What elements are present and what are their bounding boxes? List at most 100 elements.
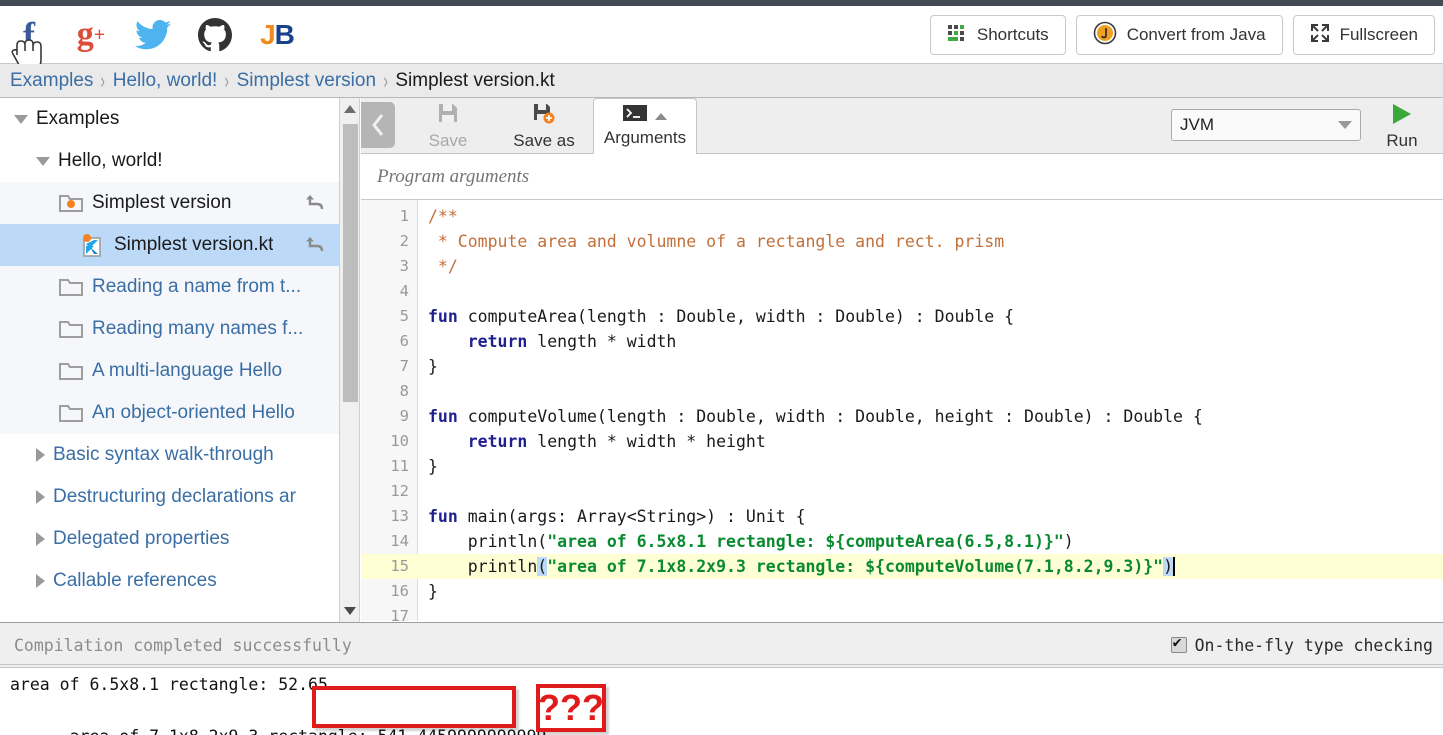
- code-line-9[interactable]: 9 fun computeVolume(length : Double, widt…: [361, 404, 1443, 429]
- line-number: 8: [399, 382, 409, 400]
- expand-icon: [1310, 23, 1330, 48]
- convert-from-java-button[interactable]: Convert from Java: [1075, 15, 1283, 55]
- breadcrumb-item-2[interactable]: Simplest version: [237, 70, 376, 92]
- tree-item-label: Reading a name from t...: [92, 276, 302, 297]
- tree-item-8[interactable]: Basic syntax walk-through: [0, 434, 339, 476]
- tree-item-3[interactable]: Simplest version.kt: [0, 224, 339, 266]
- collapse-sidebar-button[interactable]: [361, 102, 395, 148]
- tree-item-2[interactable]: Simplest version: [0, 182, 339, 224]
- scroll-down-arrow[interactable]: [340, 600, 360, 622]
- code-line-8[interactable]: 8: [361, 379, 1443, 404]
- expanded-arrow-icon[interactable]: [36, 156, 50, 166]
- examples-tree[interactable]: Examples Hello, world! Simplest version Sim…: [0, 98, 340, 622]
- keyboard-icon: [947, 24, 967, 47]
- target-platform-select[interactable]: JVM: [1171, 109, 1361, 141]
- code-line-4[interactable]: 4: [361, 279, 1443, 304]
- save-as-button[interactable]: Save as: [495, 100, 593, 152]
- on-the-fly-type-checking-toggle[interactable]: On-the-fly type checking: [1170, 634, 1433, 655]
- tree-item-1[interactable]: Hello, world!: [0, 140, 339, 182]
- code-line-2[interactable]: 2 * Compute area and volumne of a rectan…: [361, 229, 1443, 254]
- code-token: main(args: Array<String>) : Unit {: [457, 507, 806, 526]
- google-plus-icon[interactable]: g +: [72, 16, 110, 54]
- breadcrumb-separator: ›: [383, 67, 388, 93]
- code-line-15[interactable]: 15 println("area of 7.1x8.2x9.3 rectangl…: [361, 554, 1443, 579]
- output-line-1: area of 6.5x8.1 rectangle: 52.65: [10, 675, 328, 694]
- code-line-6[interactable]: 6 return length * width: [361, 329, 1443, 354]
- tab-arguments[interactable]: Arguments: [593, 98, 697, 154]
- breadcrumb-item-3: Simplest version.kt: [395, 69, 555, 91]
- code-line-13[interactable]: 13 fun main(args: Array<String>) : Unit {: [361, 504, 1443, 529]
- expanded-arrow-icon[interactable]: [14, 114, 28, 124]
- collapsed-arrow-icon[interactable]: [36, 532, 45, 546]
- facebook-icon[interactable]: f: [10, 16, 48, 54]
- tree-item-label: Simplest version.kt: [114, 234, 274, 255]
- fullscreen-button[interactable]: Fullscreen: [1292, 15, 1435, 55]
- annotation-box-value: [312, 686, 516, 728]
- sidebar-scrollbar[interactable]: [340, 98, 360, 622]
- kotlin-file-modified-icon: [80, 234, 106, 257]
- tree-item-0[interactable]: Examples: [0, 98, 339, 140]
- tree-item-6[interactable]: A multi-language Hello: [0, 350, 339, 392]
- folder-icon: [58, 402, 84, 424]
- code-editor[interactable]: 1 /** 2 * Compute area and volumne of a re…: [361, 200, 1443, 621]
- tree-item-7[interactable]: An object-oriented Hello: [0, 392, 339, 434]
- code-token: * Compute area and volumne of a rectangl…: [428, 232, 1005, 251]
- shortcuts-button[interactable]: Shortcuts: [929, 15, 1066, 55]
- code-token: /**: [428, 207, 458, 226]
- github-icon[interactable]: [196, 16, 234, 54]
- line-number: 13: [390, 507, 409, 525]
- code-token: length * width * height: [527, 432, 766, 451]
- code-token: return: [467, 432, 528, 451]
- tree-item-5[interactable]: Reading many names f...: [0, 308, 339, 350]
- code-line-5[interactable]: 5 fun computeArea(length : Double, width …: [361, 304, 1443, 329]
- code-line-17[interactable]: 17: [361, 604, 1443, 621]
- tree-item-label: Basic syntax walk-through: [53, 444, 274, 465]
- tree-item-9[interactable]: Destructuring declarations ar: [0, 476, 339, 518]
- scrollbar-thumb[interactable]: [343, 124, 358, 402]
- tree-item-4[interactable]: Reading a name from t...: [0, 266, 339, 308]
- save-as-icon: [532, 102, 556, 129]
- breadcrumb-separator: ›: [100, 67, 106, 93]
- code-line-text: fun computeArea(length : Double, width :…: [428, 304, 1014, 329]
- save-button[interactable]: Save: [399, 100, 497, 152]
- code-line-14[interactable]: 14 println("area of 6.5x8.1 rectangle: $…: [361, 529, 1443, 554]
- code-line-3[interactable]: 3 */: [361, 254, 1443, 279]
- output-line-2: area of 7.1x8.2x9.3 rectangle: 541.44599…: [10, 698, 1443, 735]
- code-line-16[interactable]: 16}: [361, 579, 1443, 604]
- breadcrumb-item-1[interactable]: Hello, world!: [113, 70, 218, 92]
- code-token: println(: [428, 532, 548, 551]
- tree-item-label: An object-oriented Hello: [92, 402, 295, 423]
- save-button-label: Save: [428, 130, 468, 150]
- scroll-up-arrow[interactable]: [340, 98, 360, 120]
- twitter-icon[interactable]: [134, 16, 172, 54]
- revert-icon[interactable]: [305, 235, 325, 255]
- line-number: 5: [399, 307, 409, 325]
- tree-item-label: Callable references: [53, 570, 217, 591]
- code-line-text: /**: [428, 204, 458, 229]
- tree-item-11[interactable]: Callable references: [0, 560, 339, 602]
- collapsed-arrow-icon[interactable]: [36, 574, 45, 588]
- editor-pane: Save Save as Arguments JVM Run Program a…: [361, 98, 1443, 622]
- breadcrumb-item-0[interactable]: Examples: [10, 70, 93, 92]
- tree-item-10[interactable]: Delegated properties: [0, 518, 339, 560]
- tree-item-label: Simplest version: [92, 192, 232, 213]
- output-line-2-value: 541.4459999999999: [378, 727, 547, 735]
- on-the-fly-checkbox[interactable]: [1170, 634, 1187, 653]
- tree-item-label: Examples: [36, 108, 120, 129]
- code-line-1[interactable]: 1 /**: [361, 204, 1443, 229]
- jetbrains-icon[interactable]: JB: [258, 16, 296, 54]
- code-line-10[interactable]: 10 return length * width * height: [361, 429, 1443, 454]
- code-line-12[interactable]: 12: [361, 479, 1443, 504]
- collapsed-arrow-icon[interactable]: [36, 490, 45, 504]
- code-line-text: println("area of 6.5x8.1 rectangle: ${co…: [428, 529, 1074, 554]
- code-token: fun: [428, 407, 458, 426]
- program-arguments-row: [361, 154, 1443, 200]
- revert-icon[interactable]: [305, 193, 325, 213]
- code-token: computeVolume(length : Double, width : D…: [457, 407, 1203, 426]
- code-line-7[interactable]: 7}: [361, 354, 1443, 379]
- line-number: 11: [390, 457, 409, 475]
- collapsed-arrow-icon[interactable]: [36, 448, 45, 462]
- run-button[interactable]: Run: [1369, 100, 1435, 152]
- program-arguments-input[interactable]: [375, 164, 1390, 189]
- code-line-11[interactable]: 11}: [361, 454, 1443, 479]
